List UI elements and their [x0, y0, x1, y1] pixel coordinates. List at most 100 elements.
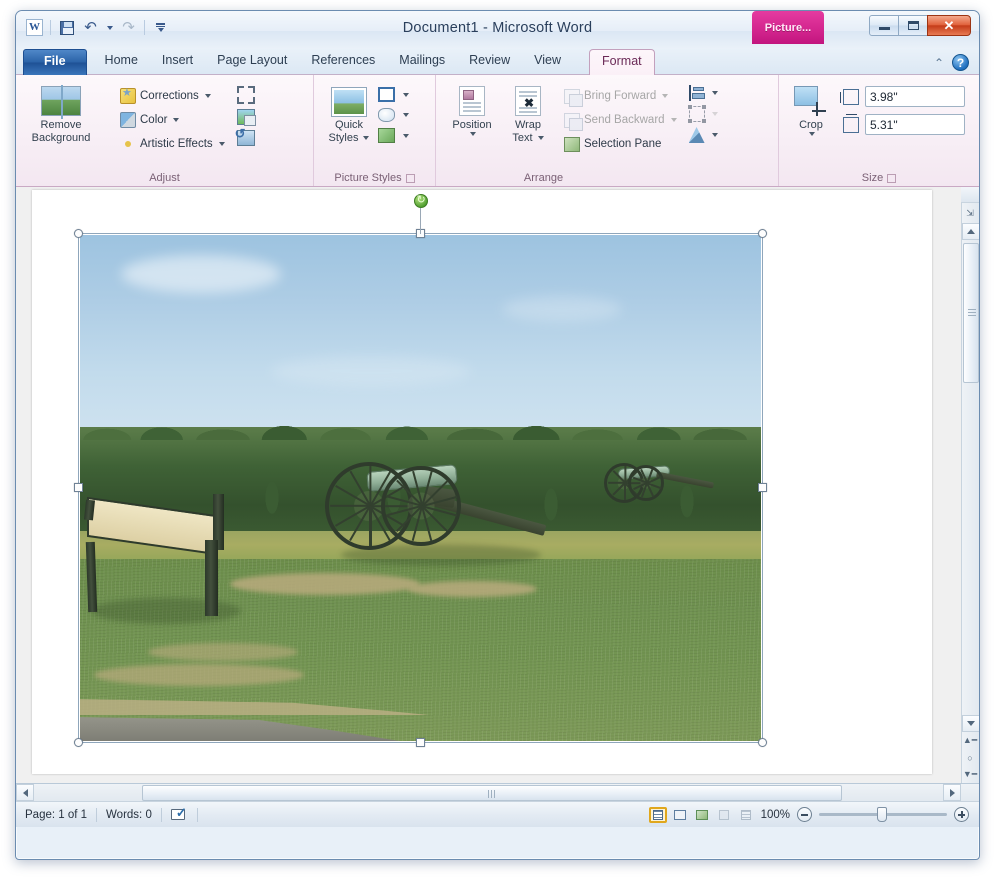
- chevron-down-icon: [363, 135, 370, 140]
- color-button[interactable]: Color: [118, 108, 227, 132]
- shape-height-stepper[interactable]: [865, 86, 979, 107]
- draft-view-button[interactable]: [737, 807, 755, 823]
- tab-format[interactable]: Format: [589, 49, 655, 76]
- tab-mailings[interactable]: Mailings: [387, 49, 457, 75]
- zoom-out-button[interactable]: [797, 807, 812, 822]
- wrap-text-icon: ✖: [515, 86, 541, 116]
- picture-image[interactable]: [80, 235, 761, 741]
- horizontal-scroll-thumb[interactable]: [142, 785, 842, 801]
- close-button[interactable]: ✕: [927, 15, 971, 36]
- compress-pictures-icon[interactable]: [236, 86, 255, 104]
- position-button[interactable]: Position: [442, 83, 502, 139]
- ribbon-tabs: File Home Insert Page Layout References …: [23, 49, 655, 76]
- rotate-icon: [688, 127, 705, 143]
- wrap-text-label-1: Wrap: [514, 119, 542, 131]
- select-browse-object-top-icon[interactable]: ⇲: [961, 203, 979, 223]
- size-group-label: Size: [779, 170, 979, 186]
- photo-tree-canopy: [80, 418, 761, 441]
- title-bar: W ↶ ↷ Document1 - Microsoft Word Picture…: [16, 11, 979, 49]
- group-icon: [687, 105, 706, 123]
- selection-pane-button[interactable]: Selection Pane: [562, 132, 679, 156]
- full-screen-reading-view-button[interactable]: [671, 807, 689, 823]
- corrections-button[interactable]: Corrections: [118, 84, 227, 108]
- tab-file[interactable]: File: [23, 49, 87, 75]
- next-page-icon[interactable]: ▼━: [961, 766, 979, 783]
- chevron-down-icon: [218, 142, 225, 146]
- minimize-button[interactable]: [869, 15, 899, 36]
- scroll-down-button[interactable]: [962, 715, 979, 732]
- chevron-down-icon: [204, 94, 211, 98]
- photo-cloud: [502, 295, 623, 322]
- picture-border-button[interactable]: [378, 87, 409, 102]
- vertical-scroll-thumb[interactable]: [963, 243, 979, 383]
- quick-styles-icon: [331, 87, 367, 117]
- remove-background-button[interactable]: Remove Background: [22, 83, 100, 147]
- zoom-in-button[interactable]: [954, 807, 969, 822]
- shape-width-field[interactable]: [843, 113, 979, 135]
- wrap-text-label-2: Text: [512, 131, 533, 144]
- photo-sign-leg: [204, 540, 218, 616]
- shape-width-stepper[interactable]: [865, 114, 979, 135]
- wrap-text-button[interactable]: ✖ Wrap Text: [502, 83, 554, 147]
- zoom-slider-track[interactable]: [819, 807, 947, 822]
- chevron-down-icon: [711, 91, 718, 95]
- horizontal-scrollbar[interactable]: [16, 784, 979, 802]
- tab-references[interactable]: References: [299, 49, 387, 75]
- tab-page-layout[interactable]: Page Layout: [205, 49, 299, 75]
- picture-styles-label-text: Picture Styles: [334, 172, 402, 184]
- outline-view-button[interactable]: [715, 807, 733, 823]
- tab-view[interactable]: View: [522, 49, 573, 75]
- photo-cloud: [120, 255, 281, 294]
- ribbon-group-picture-styles: Quick Styles Picture Styles: [313, 75, 435, 186]
- zoom-slider-handle[interactable]: [877, 807, 887, 822]
- selected-picture[interactable]: [74, 193, 767, 747]
- reset-picture-icon[interactable]: [235, 126, 255, 146]
- tab-insert[interactable]: Insert: [150, 49, 205, 75]
- shape-height-field[interactable]: [840, 86, 979, 107]
- scroll-right-button[interactable]: [943, 784, 961, 801]
- quick-styles-button[interactable]: Quick Styles: [320, 85, 378, 147]
- size-dialog-launcher[interactable]: [887, 173, 897, 183]
- tab-review[interactable]: Review: [457, 49, 522, 75]
- rotation-stem: [420, 208, 421, 234]
- picture-styles-dialog-launcher[interactable]: [405, 173, 415, 183]
- vertical-scrollbar[interactable]: ⇲ ▲━ ○ ▼━: [961, 187, 979, 783]
- proofing-errors-icon[interactable]: [162, 805, 197, 823]
- help-icon[interactable]: ?: [952, 54, 969, 71]
- shape-height-icon: [840, 88, 859, 105]
- align-button[interactable]: [688, 85, 718, 101]
- chevron-down-icon: [809, 131, 815, 136]
- shape-width-icon: [843, 113, 859, 133]
- page-indicator[interactable]: Page: 1 of 1: [16, 806, 96, 823]
- scroll-left-button[interactable]: [16, 784, 34, 801]
- scroll-up-button[interactable]: [962, 223, 979, 240]
- maximize-button[interactable]: [898, 15, 928, 36]
- word-count[interactable]: Words: 0: [97, 806, 161, 823]
- document-page[interactable]: [32, 190, 932, 774]
- shape-width-input[interactable]: [866, 117, 979, 132]
- picture-effects-button[interactable]: [378, 108, 409, 122]
- photo-sign-frame: [83, 499, 95, 521]
- select-browse-object-icon[interactable]: ○: [961, 749, 979, 766]
- tab-home[interactable]: Home: [93, 49, 150, 75]
- contextual-tab-banner: Picture...: [752, 11, 824, 44]
- zoom-level-label[interactable]: 100%: [761, 809, 790, 821]
- minimize-ribbon-icon[interactable]: ⌃: [934, 56, 944, 70]
- crop-button[interactable]: Crop: [785, 83, 837, 139]
- document-area[interactable]: ⇲ ▲━ ○ ▼━: [16, 187, 979, 784]
- rotation-handle[interactable]: [413, 193, 428, 208]
- rotate-button[interactable]: [688, 127, 718, 143]
- picture-layout-button[interactable]: [378, 128, 409, 143]
- change-picture-icon[interactable]: [236, 109, 256, 126]
- previous-page-icon[interactable]: ▲━: [961, 732, 979, 749]
- web-layout-view-button[interactable]: [693, 807, 711, 823]
- print-layout-view-button[interactable]: [648, 806, 667, 823]
- split-window-handle[interactable]: [961, 187, 979, 203]
- artistic-effects-button[interactable]: Artistic Effects: [118, 132, 227, 156]
- shape-height-input[interactable]: [866, 89, 979, 104]
- send-backward-icon: [564, 112, 583, 131]
- send-backward-button: Send Backward: [562, 108, 679, 132]
- photo-cannon-wheel: [381, 465, 462, 546]
- group-button: [687, 105, 718, 123]
- chevron-down-icon: [670, 118, 677, 122]
